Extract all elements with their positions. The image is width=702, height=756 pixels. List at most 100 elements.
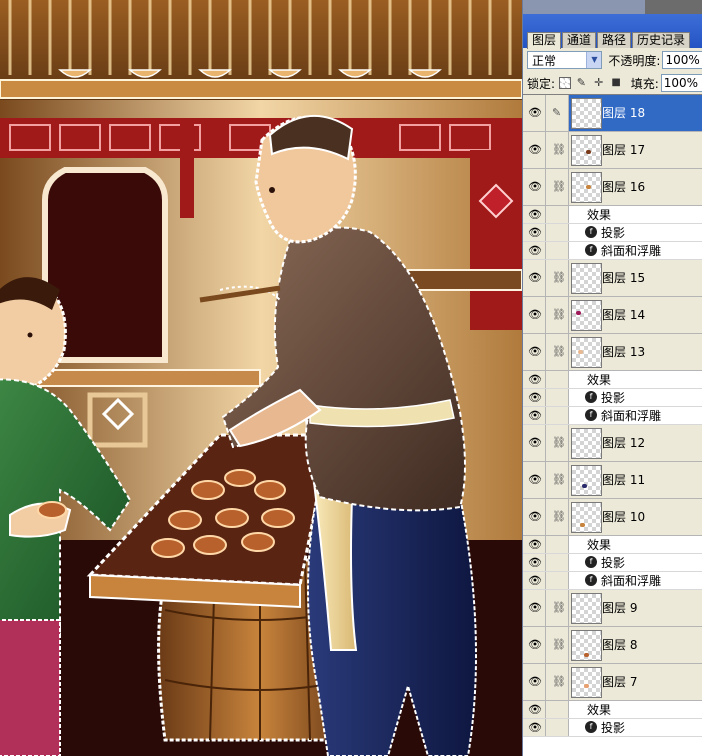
- layer-name-area[interactable]: 图层 12: [569, 425, 702, 461]
- link-toggle[interactable]: [546, 572, 569, 589]
- link-toggle[interactable]: [546, 242, 569, 259]
- layer-name-area[interactable]: 图层 14: [569, 297, 702, 333]
- layer-name-area[interactable]: 图层 13: [569, 334, 702, 370]
- link-toggle[interactable]: [546, 554, 569, 571]
- lock-move-icon[interactable]: ✛: [592, 76, 605, 90]
- link-toggle[interactable]: ⛓: [546, 334, 569, 370]
- tab-history[interactable]: 历史记录: [632, 32, 691, 48]
- link-toggle[interactable]: ⛓: [546, 590, 569, 626]
- link-toggle[interactable]: [546, 206, 569, 223]
- visibility-toggle[interactable]: 👁: [523, 462, 546, 498]
- blend-mode-select[interactable]: 正常 ▼: [527, 51, 603, 69]
- visibility-toggle[interactable]: 👁: [523, 95, 546, 131]
- effect-row[interactable]: 👁 f 投影: [523, 389, 702, 407]
- link-toggle[interactable]: ⛓: [546, 132, 569, 168]
- effect-name: 投影: [601, 391, 626, 405]
- link-toggle[interactable]: [546, 719, 569, 736]
- visibility-toggle[interactable]: 👁: [523, 499, 546, 535]
- link-toggle[interactable]: ⛓: [546, 169, 569, 205]
- link-toggle[interactable]: [546, 224, 569, 241]
- visibility-toggle[interactable]: 👁: [523, 554, 546, 571]
- layer-row[interactable]: 👁 ⛓ 图层 13: [523, 334, 702, 371]
- eye-icon: 👁: [528, 473, 542, 486]
- layer-row[interactable]: 👁 ⛓ 图层 12: [523, 425, 702, 462]
- visibility-toggle[interactable]: 👁: [523, 572, 546, 589]
- layer-row[interactable]: 👁 ⛓ 图层 7: [523, 664, 702, 701]
- chevron-down-icon[interactable]: ▼: [586, 52, 602, 68]
- layer-name-area[interactable]: 图层 16: [569, 169, 702, 205]
- layer-row[interactable]: 👁 ⛓ 图层 10: [523, 499, 702, 536]
- effect-row[interactable]: 👁 f 斜面和浮雕: [523, 572, 702, 590]
- effect-row[interactable]: 👁 f 投影: [523, 224, 702, 242]
- visibility-toggle[interactable]: 👁: [523, 371, 546, 388]
- visibility-toggle[interactable]: 👁: [523, 206, 546, 223]
- layer-name-area[interactable]: 图层 11: [569, 462, 702, 498]
- layer-name-area[interactable]: 图层 15: [569, 260, 702, 296]
- visibility-toggle[interactable]: 👁: [523, 260, 546, 296]
- link-toggle[interactable]: ⛓: [546, 462, 569, 498]
- layer-row[interactable]: 👁 ⛓ 图层 8: [523, 627, 702, 664]
- visibility-toggle[interactable]: 👁: [523, 389, 546, 406]
- effect-row[interactable]: 👁 f 斜面和浮雕: [523, 242, 702, 260]
- layer-name-area[interactable]: 图层 10: [569, 499, 702, 535]
- link-toggle[interactable]: ⛓: [546, 425, 569, 461]
- effects-row[interactable]: 👁 效果: [523, 206, 702, 224]
- visibility-toggle[interactable]: 👁: [523, 664, 546, 700]
- visibility-toggle[interactable]: 👁: [523, 169, 546, 205]
- effects-row[interactable]: 👁 效果: [523, 371, 702, 389]
- visibility-toggle[interactable]: 👁: [523, 132, 546, 168]
- visibility-toggle[interactable]: 👁: [523, 425, 546, 461]
- link-toggle[interactable]: ⛓: [546, 664, 569, 700]
- link-toggle[interactable]: [546, 407, 569, 424]
- chain-link-icon: ⛓: [552, 473, 566, 486]
- opacity-input[interactable]: 100%: [662, 51, 702, 69]
- effect-row[interactable]: 👁 f 投影: [523, 554, 702, 572]
- link-toggle[interactable]: [546, 536, 569, 553]
- tab-channels[interactable]: 通道: [562, 32, 597, 48]
- effect-row[interactable]: 👁 f 斜面和浮雕: [523, 407, 702, 425]
- link-toggle[interactable]: [546, 389, 569, 406]
- link-toggle[interactable]: ⛓: [546, 297, 569, 333]
- effects-row[interactable]: 👁 效果: [523, 701, 702, 719]
- link-toggle[interactable]: [546, 701, 569, 718]
- layer-name-area[interactable]: 图层 17: [569, 132, 702, 168]
- visibility-toggle[interactable]: 👁: [523, 297, 546, 333]
- layer-row[interactable]: 👁 ⛓ 图层 9: [523, 590, 702, 627]
- lock-transparent-icon[interactable]: [559, 77, 571, 89]
- link-toggle[interactable]: ✎: [546, 95, 569, 131]
- layer-row[interactable]: 👁 ⛓ 图层 17: [523, 132, 702, 169]
- chain-link-icon: ⛓: [552, 308, 566, 321]
- layer-row[interactable]: 👁 ⛓ 图层 11: [523, 462, 702, 499]
- layer-row[interactable]: 👁 ✎ 图层 18: [523, 95, 702, 132]
- link-toggle[interactable]: [546, 371, 569, 388]
- tab-paths[interactable]: 路径: [597, 32, 632, 48]
- visibility-toggle[interactable]: 👁: [523, 536, 546, 553]
- visibility-toggle[interactable]: 👁: [523, 627, 546, 663]
- tab-layers[interactable]: 图层: [527, 32, 562, 49]
- layer-name-area[interactable]: 图层 8: [569, 627, 702, 663]
- visibility-toggle[interactable]: 👁: [523, 242, 546, 259]
- link-toggle[interactable]: ⛓: [546, 499, 569, 535]
- layer-thumbnail: [571, 465, 602, 496]
- effects-row[interactable]: 👁 效果: [523, 536, 702, 554]
- effect-row[interactable]: 👁 f 投影: [523, 719, 702, 737]
- fill-input[interactable]: 100%: [660, 74, 702, 92]
- visibility-toggle[interactable]: 👁: [523, 224, 546, 241]
- layer-name-area[interactable]: 图层 7: [569, 664, 702, 700]
- layer-name-area[interactable]: 图层 9: [569, 590, 702, 626]
- visibility-toggle[interactable]: 👁: [523, 719, 546, 736]
- lock-brush-icon[interactable]: ✎: [575, 76, 588, 90]
- layers-list[interactable]: 👁 ✎ 图层 18 👁 ⛓ 图层 17 👁 ⛓ 图层 16 👁 效果 👁 f 投影 👁 f 斜面和浮雕 👁 ⛓ 图层 …: [523, 94, 702, 756]
- visibility-toggle[interactable]: 👁: [523, 701, 546, 718]
- visibility-toggle[interactable]: 👁: [523, 334, 546, 370]
- link-toggle[interactable]: ⛓: [546, 260, 569, 296]
- document-canvas[interactable]: [0, 0, 522, 756]
- visibility-toggle[interactable]: 👁: [523, 407, 546, 424]
- visibility-toggle[interactable]: 👁: [523, 590, 546, 626]
- lock-all-icon[interactable]: ■: [609, 76, 622, 90]
- layer-name-area[interactable]: 图层 18: [569, 95, 702, 131]
- layer-row[interactable]: 👁 ⛓ 图层 15: [523, 260, 702, 297]
- layer-row[interactable]: 👁 ⛓ 图层 16: [523, 169, 702, 206]
- layer-row[interactable]: 👁 ⛓ 图层 14: [523, 297, 702, 334]
- link-toggle[interactable]: ⛓: [546, 627, 569, 663]
